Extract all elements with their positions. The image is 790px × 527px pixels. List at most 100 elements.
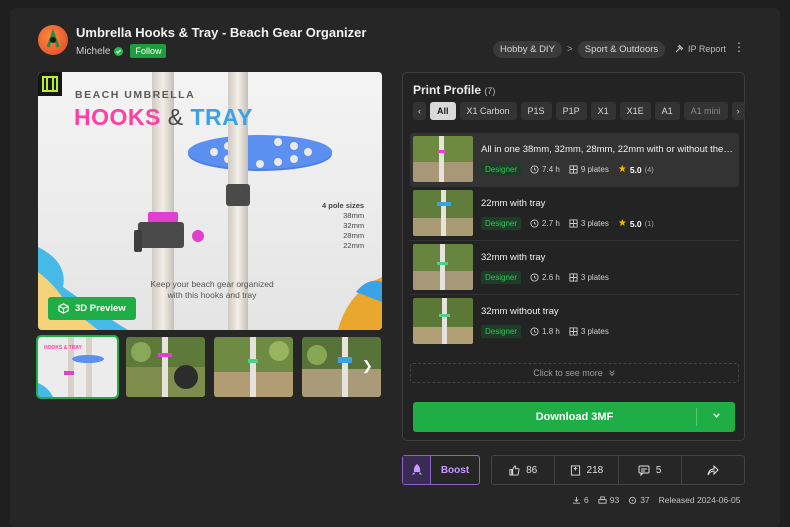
share-button[interactable]: [682, 456, 744, 484]
follow-button[interactable]: Follow: [130, 44, 167, 58]
print-profile-heading: Print Profile: [413, 83, 482, 97]
plate-icon: [569, 165, 578, 174]
see-more-button[interactable]: Click to see more: [410, 363, 739, 383]
remix-icon: [629, 496, 637, 504]
hero-headline: HOOKS & TRAY: [74, 104, 253, 131]
filter-next-icon[interactable]: ›: [731, 102, 745, 120]
filter-x1-carbon[interactable]: X1 Carbon: [459, 102, 517, 120]
print-time-value: 2.6 h: [542, 273, 560, 282]
breadcrumb-hobby-diy[interactable]: Hobby & DIY: [493, 41, 562, 58]
profile-row-32mm-with-tray[interactable]: 32mm with tray Designer 2.6 h 3 plates: [410, 241, 739, 295]
plate-count: 3 plates: [569, 273, 609, 282]
pole-sizes-title: 4 pole sizes: [322, 201, 365, 210]
thumbnail-1[interactable]: HOOKS & TRAY: [36, 335, 119, 399]
profile-title: 22mm with tray: [481, 198, 546, 209]
print-profile-count: (7): [484, 86, 496, 96]
print-stat-value: 93: [609, 495, 620, 505]
main-image[interactable]: BEACH UMBRELLA HOOKS & TRAY 4 pole sizes…: [38, 72, 382, 330]
bookmark-icon: [570, 464, 580, 476]
like-count: 86: [526, 464, 538, 476]
clock-icon: [530, 165, 539, 174]
thumbnail-2[interactable]: [126, 337, 205, 397]
profile-rating: ★ 5.0 (1): [618, 218, 654, 229]
plate-icon: [569, 327, 578, 336]
profile-title: 32mm without tray: [481, 306, 559, 317]
filter-a1-mini[interactable]: A1 mini: [683, 102, 728, 120]
pole-size-22: 22mm: [343, 241, 365, 250]
plate-count-value: 3 plates: [580, 327, 609, 336]
comment-button[interactable]: 5: [619, 456, 682, 484]
profile-rating: ★ 5.0 (4): [618, 164, 654, 175]
profile-thumbnail: [413, 244, 473, 290]
profile-thumbnail: [413, 190, 473, 236]
pole-size-38: 38mm: [343, 211, 365, 220]
avatar[interactable]: [38, 25, 68, 55]
filter-prev-icon[interactable]: ‹: [413, 102, 426, 120]
more-menu-icon[interactable]: ⋮: [733, 41, 745, 53]
profile-title: 32mm with tray: [481, 252, 546, 263]
designer-badge: Designer: [481, 163, 522, 176]
filter-x1[interactable]: X1: [590, 102, 616, 120]
print-profile-title: Print Profile (7): [413, 83, 495, 97]
print-time-value: 1.8 h: [542, 327, 560, 336]
profile-thumbnail: [413, 136, 473, 182]
plate-icon: [569, 273, 578, 282]
breadcrumb: Hobby & DIY > Sport & Outdoors: [493, 41, 666, 58]
thumbnail-next-icon[interactable]: ❯: [362, 358, 373, 374]
double-chevron-down-icon: [609, 370, 615, 376]
profile-title: All in one 38mm, 32mm, 28mm, 22mm with o…: [481, 144, 735, 155]
hero-headline-tray: TRAY: [190, 104, 253, 130]
boost-button[interactable]: Boost: [402, 455, 480, 485]
print-time: 2.6 h: [530, 273, 560, 282]
print-stat: 93: [598, 495, 619, 505]
see-more-label: Click to see more: [533, 368, 603, 378]
profile-row-all-in-one[interactable]: All in one 38mm, 32mm, 28mm, 22mm with o…: [410, 133, 739, 187]
filter-p1p[interactable]: P1P: [555, 102, 587, 120]
clock-icon: [530, 327, 539, 336]
profile-meta: Designer 2.7 h 3 plates ★ 5.0 (1): [481, 217, 654, 230]
chevron-down-icon[interactable]: [697, 411, 735, 423]
star-icon: ★: [617, 164, 627, 175]
rating-value: 5.0: [629, 218, 642, 229]
profile-row-32mm-without-tray[interactable]: 32mm without tray Designer 1.8 h 3 plate…: [410, 295, 739, 349]
rating-count: (4): [644, 165, 654, 174]
comment-count: 5: [655, 464, 662, 476]
filter-x1e[interactable]: X1E: [619, 102, 651, 120]
rating-count: (1): [644, 219, 654, 228]
printer-icon: [598, 495, 607, 504]
printer-filter-bar: ‹ All X1 Carbon P1S P1P X1 X1E A1 A1 min…: [413, 102, 745, 120]
download-stat-icon: [572, 496, 581, 504]
3d-preview-button[interactable]: 3D Preview: [48, 297, 136, 320]
pole-size-28: 28mm: [343, 231, 365, 240]
avatar-graphic: [46, 28, 60, 48]
filter-all[interactable]: All: [430, 102, 456, 120]
clock-icon: [530, 273, 539, 282]
thumbnail-3[interactable]: [214, 337, 293, 397]
page-title: Umbrella Hooks & Tray - Beach Gear Organ…: [76, 25, 367, 40]
profile-meta: Designer 2.6 h 3 plates: [481, 271, 609, 284]
profile-row-22mm-with-tray[interactable]: 22mm with tray Designer 2.7 h 3 plates ★…: [410, 187, 739, 241]
filter-p1s[interactable]: P1S: [520, 102, 552, 120]
download-3mf-button[interactable]: Download 3MF: [413, 402, 735, 432]
profile-thumbnail: [413, 298, 473, 344]
print-time-value: 7.4 h: [542, 165, 560, 174]
profile-meta: Designer 7.4 h 9 plates ★ 5.0 (4): [481, 163, 654, 176]
rating-value: 5.0: [629, 164, 642, 175]
svg-text:HOOKS & TRAY: HOOKS & TRAY: [44, 345, 83, 351]
like-button[interactable]: 86: [492, 456, 556, 484]
profile-list: All in one 38mm, 32mm, 28mm, 22mm with o…: [410, 133, 739, 349]
release-date: Released 2024-06-05: [658, 495, 741, 505]
ip-report-link[interactable]: IP Report: [674, 44, 726, 54]
plate-count-value: 3 plates: [580, 273, 609, 282]
collect-button[interactable]: 218: [555, 456, 619, 484]
breadcrumb-sport-outdoors[interactable]: Sport & Outdoors: [577, 41, 666, 58]
filter-a1[interactable]: A1: [654, 102, 680, 120]
ip-report-label: IP Report: [688, 44, 726, 54]
author-name[interactable]: Michele: [76, 46, 110, 57]
verified-icon: [114, 46, 124, 56]
3d-preview-label: 3D Preview: [75, 303, 126, 314]
designer-badge: Designer: [481, 325, 522, 338]
collect-count: 218: [586, 464, 604, 476]
print-time-value: 2.7 h: [542, 219, 560, 228]
remix-stat-value: 37: [640, 495, 650, 505]
